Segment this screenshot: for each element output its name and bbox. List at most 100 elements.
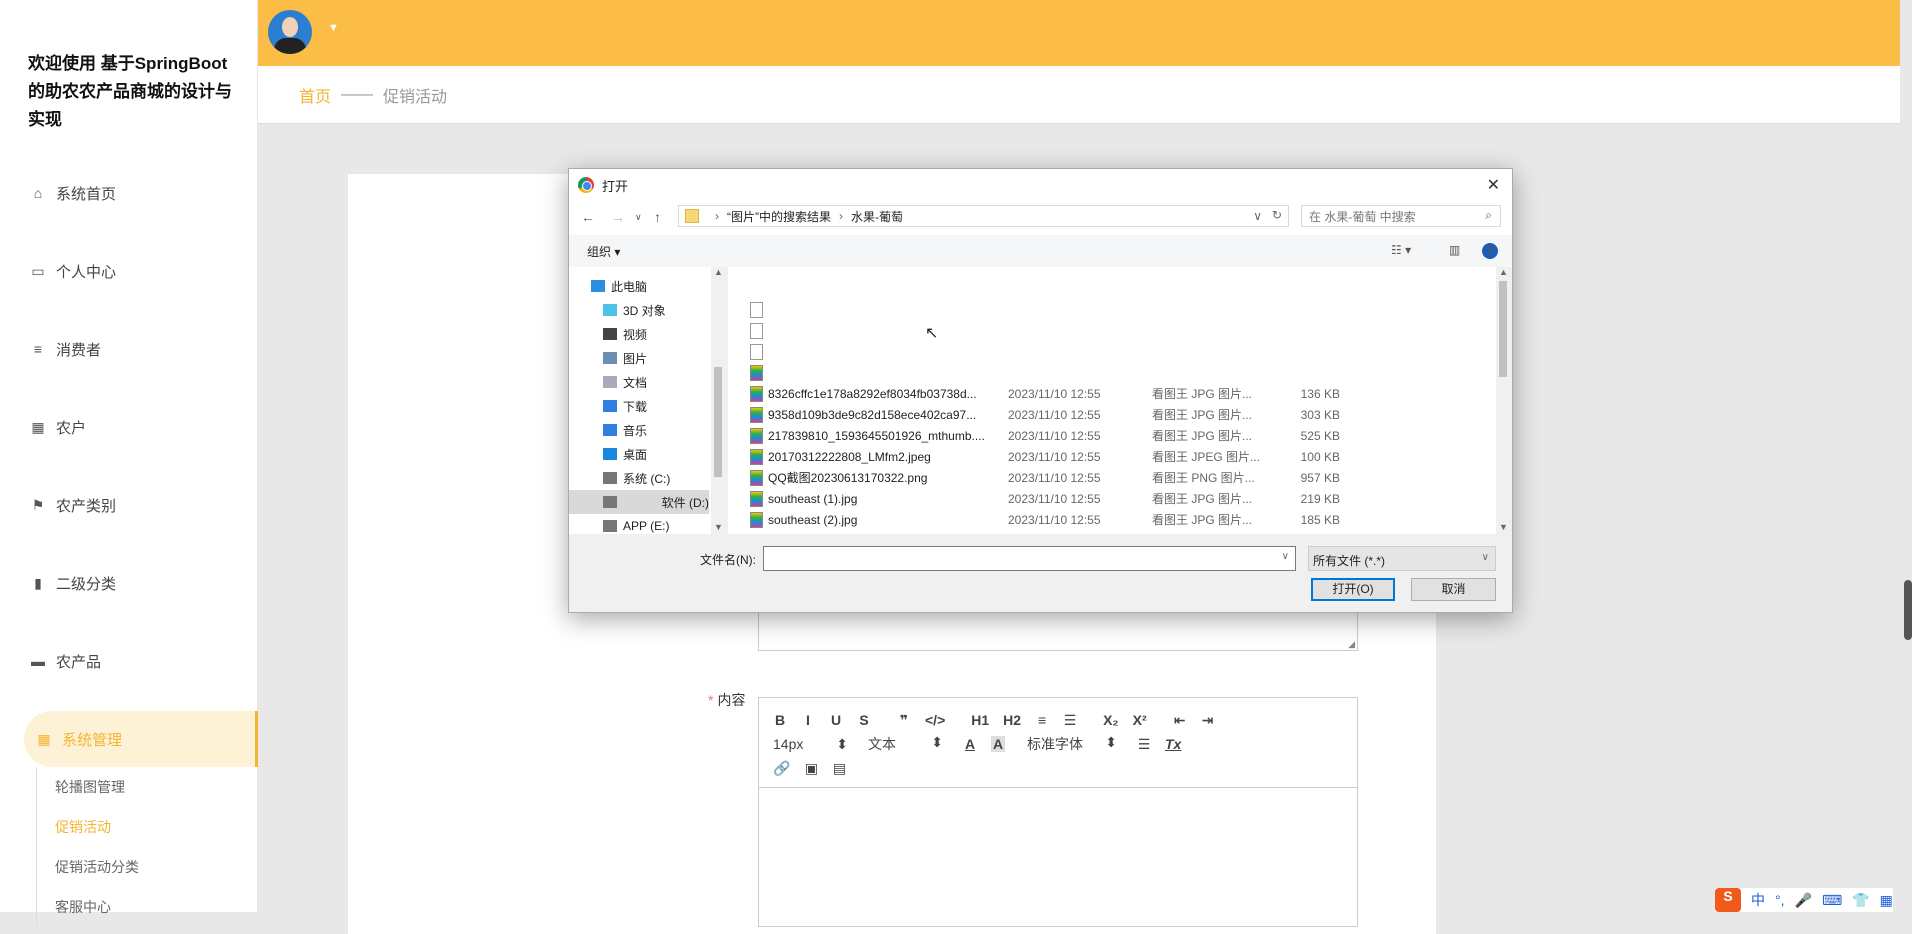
code-icon[interactable]: </> [925, 712, 945, 728]
image-icon[interactable]: ▣ [804, 760, 818, 777]
open-button[interactable]: 打开(O) [1311, 578, 1395, 601]
close-icon[interactable]: ✕ [1487, 175, 1500, 195]
file-row[interactable]: 20170312222808_LMfm2.jpeg 2023/11/10 12:5… [728, 446, 1488, 467]
nav-item[interactable]: 图片 [569, 346, 709, 370]
chrome-icon [578, 177, 594, 193]
ime-item[interactable]: 🎤 [1795, 892, 1812, 909]
address-bar[interactable]: › “图片”中的搜索结果 › 水果-葡萄 ∨ ↻ [678, 205, 1289, 227]
ime-item[interactable]: 中 [1751, 890, 1765, 910]
nav-item[interactable]: 音乐 [569, 418, 709, 442]
path-segment[interactable]: 水果-葡萄 [851, 208, 903, 225]
h1-icon[interactable]: H1 [971, 712, 989, 728]
search-input[interactable]: 在 水果-葡萄 中搜索 ⌕ [1301, 205, 1501, 227]
resize-handle-icon[interactable]: ◢ [1348, 639, 1355, 650]
file-row[interactable]: southeast (1).jpg 2023/11/10 12:55 看图王 JPG… [728, 488, 1488, 509]
preview-pane-icon[interactable]: ▥ [1449, 243, 1460, 257]
avatar[interactable] [268, 10, 312, 54]
align-icon[interactable]: ☰ [1137, 736, 1151, 753]
file-row[interactable]: 217839810_1593645501926_mthumb.... 2023/1… [728, 425, 1488, 446]
nav-item[interactable]: 系统 (C:) [569, 466, 709, 490]
breadcrumb-current: 促销活动 [383, 88, 448, 106]
cancel-button[interactable]: 取消 [1411, 578, 1496, 601]
chevron-down-icon[interactable]: ∨ [1282, 551, 1289, 562]
sidebar-item[interactable]: ⚑ 农产类别 [0, 477, 258, 533]
sidebar-subitem[interactable]: 促销活动分类 [36, 847, 139, 887]
italic-icon[interactable]: I [801, 712, 815, 728]
top-header: ▼ [258, 0, 1900, 66]
subscript-icon[interactable]: X₂ [1103, 712, 1119, 728]
nav-item[interactable]: 视频 [569, 322, 709, 346]
bullet-list-icon[interactable]: ☰ [1063, 712, 1077, 729]
video-icon[interactable]: ▤ [832, 760, 846, 777]
path-segment[interactable]: “图片”中的搜索结果 [727, 208, 831, 225]
sidebar-subitem[interactable]: 轮播图管理 [36, 767, 125, 807]
quote-icon[interactable]: ❞ [897, 712, 911, 729]
ime-item[interactable]: 👕 [1852, 892, 1869, 909]
ime-item[interactable]: °, [1775, 892, 1785, 908]
nav-item[interactable]: 下载 [569, 394, 709, 418]
file-size: 100 KB [1300, 449, 1340, 464]
ime-item[interactable]: S [1715, 888, 1741, 912]
chevron-down-icon[interactable]: ▼ [328, 22, 339, 34]
ime-item[interactable]: ⌨ [1822, 892, 1842, 909]
sidebar-item[interactable]: ▮ 二级分类 [0, 555, 258, 611]
view-options-icon[interactable]: ☷ ▾ [1391, 243, 1411, 257]
font-size-select[interactable]: 14px ⬍ [773, 736, 848, 753]
nav-item[interactable]: 3D 对象 [569, 298, 709, 322]
nav-item[interactable]: APP (E:) [569, 514, 709, 534]
refresh-icon[interactable]: ↻ [1272, 208, 1282, 222]
file-row[interactable]: southeast (2).jpg 2023/11/10 12:55 看图王 JPG… [728, 509, 1488, 530]
file-row[interactable] [728, 362, 1488, 383]
background-color-icon[interactable]: A [991, 736, 1005, 752]
help-icon[interactable]: ? [1482, 243, 1498, 259]
organize-button[interactable]: 组织 ▾ [587, 243, 620, 260]
image-file-icon [750, 406, 763, 423]
breadcrumb-home[interactable]: 首页 [299, 83, 331, 107]
clear-format-icon[interactable]: Tx [1165, 736, 1181, 752]
forward-icon[interactable]: → [611, 209, 625, 225]
sidebar-item[interactable]: ⌂ 系统首页 [0, 165, 258, 221]
nav-item[interactable]: 此电脑 [569, 274, 709, 298]
ime-item[interactable]: ▦ [1880, 892, 1893, 909]
rich-text-editor[interactable]: B I U S ❞ </> H1 H2 ≡ ☰ X₂ X² ⇤ ⇥ 14px ⬍ 文本 ⬍ A A 标准字体 ⬍… [758, 697, 1358, 927]
sidebar-item[interactable]: ▦ 农户 [0, 399, 258, 455]
nav-item[interactable]: 软件 (D:) [569, 490, 709, 514]
chevron-down-icon[interactable]: ∨ [1253, 209, 1262, 223]
page-scrollbar[interactable] [1904, 580, 1912, 640]
location-icon [603, 352, 617, 364]
sidebar-item[interactable]: ≡ 消费者 [0, 321, 258, 377]
h2-icon[interactable]: H2 [1003, 712, 1021, 728]
file-row[interactable] [728, 320, 1488, 341]
bold-icon[interactable]: B [773, 712, 787, 728]
sidebar-subitem[interactable]: 客服中心 [36, 887, 111, 927]
sidebar-subitem[interactable]: 促销活动 [36, 807, 111, 847]
recent-chevron-icon[interactable]: ∨ [635, 212, 642, 223]
nav-scrollbar[interactable]: ▲ ▼ [711, 267, 725, 534]
editor-toolbar: B I U S ❞ </> H1 H2 ≡ ☰ X₂ X² ⇤ ⇥ 14px ⬍ 文本 ⬍ A A 标准字体 ⬍… [759, 698, 1357, 788]
sidebar-item[interactable]: ▬ 农产品 [0, 633, 258, 689]
filename-input[interactable]: ∨ [763, 546, 1296, 571]
block-type-select[interactable]: 文本 ⬍ [868, 734, 943, 754]
file-row[interactable] [728, 341, 1488, 362]
sidebar-item[interactable]: ▦ 系统管理 [24, 711, 258, 767]
up-icon[interactable]: ↑ [654, 209, 661, 225]
nav-item[interactable]: 桌面 [569, 442, 709, 466]
underline-icon[interactable]: U [829, 712, 843, 728]
file-row[interactable] [728, 299, 1488, 320]
nav-item[interactable]: 文档 [569, 370, 709, 394]
ordered-list-icon[interactable]: ≡ [1035, 712, 1049, 728]
indent-icon[interactable]: ⇥ [1201, 712, 1215, 729]
outdent-icon[interactable]: ⇤ [1173, 712, 1187, 729]
back-icon[interactable]: ← [581, 209, 595, 225]
file-row[interactable]: 9358d109b3de9c82d158ece402ca97... 2023/11… [728, 404, 1488, 425]
font-family-select[interactable]: 标准字体 ⬍ [1027, 734, 1117, 754]
file-list-scrollbar[interactable]: ▲ ▼ [1496, 267, 1510, 534]
file-type-select[interactable]: 所有文件 (*.*) ∨ [1308, 546, 1496, 571]
superscript-icon[interactable]: X² [1133, 712, 1147, 728]
strike-icon[interactable]: S [857, 712, 871, 728]
font-color-icon[interactable]: A [963, 736, 977, 752]
file-row[interactable]: 8326cffc1e178a8292ef8034fb03738d... 2023/… [728, 383, 1488, 404]
sidebar-item[interactable]: ▭ 个人中心 [0, 243, 258, 299]
file-row[interactable]: QQ截图20230613170322.png 2023/11/10 12:55 看图… [728, 467, 1488, 488]
link-icon[interactable]: 🔗 [773, 760, 790, 777]
